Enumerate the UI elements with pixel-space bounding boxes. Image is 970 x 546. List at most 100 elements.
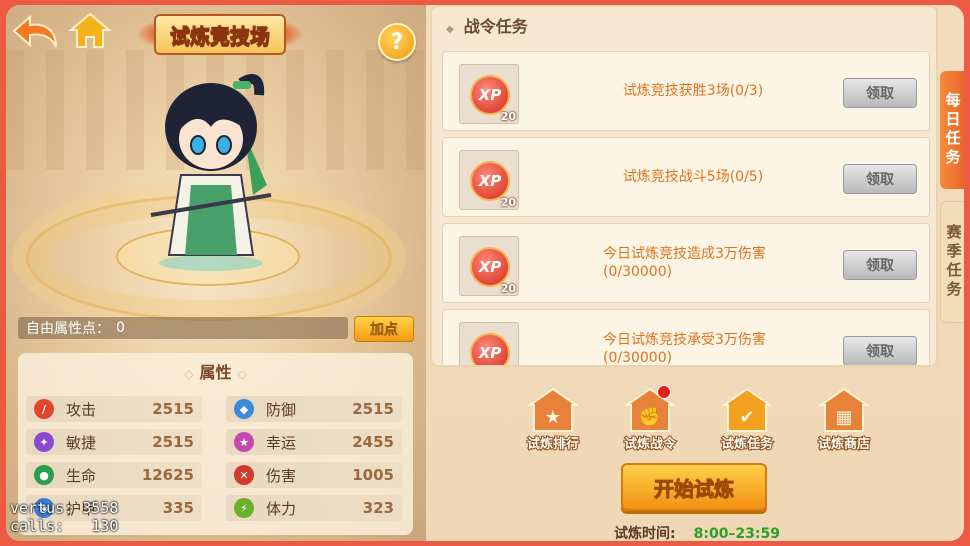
attribute-title: 属性 [18,359,413,383]
attribute-value: 2455 [352,433,394,451]
xp-reward: XP20 [459,236,519,296]
attribute-value: 335 [162,499,194,517]
task-description: 今日试炼竞技承受3万伤害 (0/30000) [603,310,823,366]
attribute-name: 攻击 [66,400,97,419]
xp-reward: XP20 [459,64,519,124]
task-panel-header: ◆ 战令任务 [446,13,528,37]
shield-icon: ◆ [234,399,254,419]
hero-character [150,74,272,271]
debug-line-1: vertus: 3558 [10,499,119,517]
podium-icon: ★ [528,387,578,432]
shop-icon: ▦ [819,387,869,432]
task-row: XP 20 试炼竞技获胜3场(0/3) 领取 [442,51,930,131]
home-button[interactable] [68,11,112,51]
attribute-name: 幸运 [266,433,297,452]
task-text: 今日试炼竞技承受3万伤害 [603,332,766,348]
luck-icon: ★ [234,432,254,452]
claim-button[interactable]: 领取 [843,336,917,365]
xp-icon: XP [470,161,510,201]
menu-podium-button[interactable]: ★ 试炼排行 [520,387,586,453]
sword-icon: / [34,399,54,419]
menu-label: 试炼排行 [526,436,580,453]
claim-button[interactable]: 领取 [843,250,917,280]
xp-amount: 20 [500,196,516,209]
menu-label: 试炼战令 [623,436,677,453]
back-button[interactable] [12,13,62,53]
task-progress: (0/30000) [603,264,673,280]
attribute-row: ★ 幸运 2455 [226,429,402,455]
attribute-value: 12625 [141,466,194,484]
xp-icon: XP [470,247,510,287]
task-row: XP 20 试炼竞技战斗5场(0/5) 领取 [442,137,930,217]
claim-button[interactable]: 领取 [843,78,917,108]
task-description: 试炼竞技战斗5场(0/5) [543,138,843,216]
claim-button[interactable]: 领取 [843,164,917,194]
trial-time-label: 试炼时间: [614,526,676,541]
task-text: 试炼竞技获胜3场(0/3) [622,83,764,99]
xp-reward: XP20 [459,150,519,210]
start-trial-button[interactable]: 开始试炼 [621,463,767,511]
free-points-label: 自由属性点： [26,321,110,337]
svg-text:★: ★ [545,407,561,428]
attribute-row: ◆ 防御 2515 [226,396,402,422]
free-points-value: 0 [116,320,125,336]
attribute-value: 323 [362,499,394,517]
agility-icon: ✦ [34,432,54,452]
attribute-name: 敏捷 [66,433,97,452]
xp-reward: XP20 [459,322,519,365]
trial-time-value: 8:00–23:59 [693,526,780,541]
tab-season-tasks[interactable]: 赛季任务 [940,201,964,323]
attribute-name: 防御 [266,400,297,419]
task-row: XP 20 今日试炼竞技造成3万伤害 (0/30000) 领取 [442,223,930,303]
attribute-value: 1005 [352,466,394,484]
xp-icon: XP [470,75,510,115]
task-progress: (0/30000) [603,350,673,366]
tab-daily-tasks[interactable]: 每日任务 [940,71,964,189]
attribute-row: ● 生命 12625 [26,462,202,488]
task-description: 试炼竞技获胜3场(0/3) [543,52,843,130]
attribute-name: 伤害 [266,466,297,485]
menu-clipboard-button[interactable]: ✔ 试炼任务 [714,387,780,453]
task-description: 今日试炼竞技造成3万伤害 (0/30000) [603,224,823,302]
debug-overlay: vertus: 3558 calls: 130 [10,499,118,535]
add-points-button[interactable]: 加点 [354,316,414,342]
page-title: 试炼竞技场 [154,13,286,55]
debug-line-2: calls: 130 [10,517,119,535]
attribute-name: 体力 [266,499,297,518]
svg-text:▦: ▦ [835,407,852,428]
back-arrow-icon [12,14,57,48]
task-text: 试炼竞技战斗5场(0/5) [622,169,764,185]
xp-amount: 20 [500,282,516,295]
damage-icon: ✕ [234,465,254,485]
attribute-row: ✦ 敏捷 2515 [26,429,202,455]
attribute-name: 生命 [66,466,97,485]
health-drop-icon: ● [34,465,54,485]
attribute-row: ✕ 伤害 1005 [226,462,402,488]
attribute-value: 2515 [352,400,394,418]
task-row: XP20 今日试炼竞技承受3万伤害 (0/30000) 领取 [442,309,930,366]
clipboard-icon: ✔ [722,387,772,432]
task-text: 今日试炼竞技造成3万伤害 [603,246,766,262]
task-panel: ◆ 战令任务 XP 20 试炼竞技获胜3场(0/3) 领取 XP 20 试炼竞技战斗5场(0/… [430,5,938,367]
xp-icon: XP [470,333,510,365]
trial-time-row: 试炼时间: 8:00–23:59 [614,523,780,541]
menu-shop-button[interactable]: ▦ 试炼商店 [811,387,877,453]
attribute-row: / 攻击 2515 [26,396,202,422]
svg-text:✔: ✔ [739,407,754,428]
menu-fist-button[interactable]: ✊ 试炼战令 [617,385,683,453]
xp-amount: 20 [500,110,516,123]
arena-screen: 试炼竞技场 ? 自由属性点： 0 加点 属性 / 攻击 2515 ◆ 防御 2515 ✦ 敏捷… [6,5,964,541]
title-banner: 试炼竞技场 [138,13,302,55]
menu-label: 试炼商店 [817,436,871,453]
attribute-value: 2515 [152,400,194,418]
svg-text:✊: ✊ [639,407,661,428]
task-panel-title: 战令任务 [463,17,528,36]
diamond-icon: ◆ [446,24,454,35]
menu-label: 试炼任务 [720,436,774,453]
notification-dot [657,385,671,399]
stamina-icon: ⚡ [234,498,254,518]
home-icon [68,12,112,48]
help-button[interactable]: ? [378,23,416,61]
attribute-value: 2515 [152,433,194,451]
free-points-bar: 自由属性点： 0 [18,317,348,339]
